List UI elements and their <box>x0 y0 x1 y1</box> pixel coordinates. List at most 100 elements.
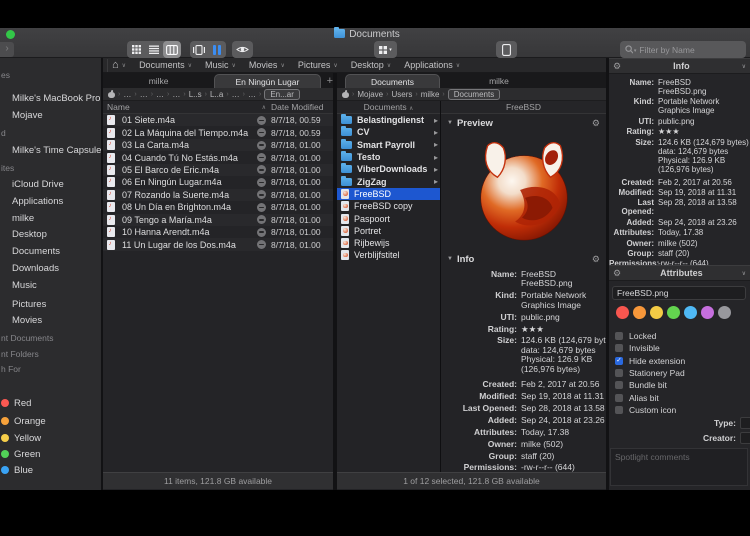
apple-icon[interactable] <box>108 90 115 98</box>
type-input[interactable] <box>740 417 750 429</box>
breadcrumb-segment[interactable]: … <box>172 90 180 99</box>
sidebar-music[interactable]: Music <box>0 279 101 291</box>
preview-section-header[interactable]: ▼ Preview ⚙ <box>441 116 606 130</box>
removed-download-icon[interactable] <box>257 240 266 249</box>
path-bar[interactable]: ›…›…›…›…›L..s›L..a›…›…›En...ar <box>103 88 333 101</box>
tag-color-dot[interactable] <box>667 306 680 319</box>
forward-button[interactable]: › <box>0 42 14 57</box>
file-row[interactable]: 04 Cuando Tú No Estás.m4a 8/7/18, 01.00 <box>103 151 333 163</box>
sidebar-downloads[interactable]: Downloads <box>0 262 101 274</box>
breadcrumb-segment[interactable]: … <box>140 90 148 99</box>
column-view-button[interactable] <box>163 41 181 58</box>
sidebar-applications[interactable]: Applications <box>0 195 101 207</box>
sidebar-tag-yellow[interactable]: Yellow <box>0 432 101 444</box>
removed-download-icon[interactable] <box>257 190 266 199</box>
checkbox-stationery-pad[interactable]: Stationery Pad <box>615 367 745 379</box>
browser-item-belastingdienst[interactable]: Belastingdienst▸ <box>337 114 440 126</box>
path-bar[interactable]: ›Mojave›Users›milke›Documents <box>337 88 606 101</box>
tag-color-dot[interactable] <box>701 306 714 319</box>
favorites-home[interactable]: ⌂∨ <box>112 60 126 70</box>
breadcrumb-segment[interactable]: … <box>248 90 256 99</box>
removed-download-icon[interactable] <box>257 153 266 162</box>
gear-icon[interactable]: ⚙ <box>592 118 600 129</box>
checkbox-box[interactable] <box>615 369 623 377</box>
tag-color-dot[interactable] <box>650 306 663 319</box>
breadcrumb-segment[interactable]: … <box>123 90 131 99</box>
checkbox-bundle-bit[interactable]: Bundle bit <box>615 379 745 391</box>
tab-milke[interactable]: milke <box>444 74 554 88</box>
browser-item-rijbewijs[interactable]: Rijbewijs <box>337 237 440 249</box>
file-row[interactable]: 01 Siete.m4a 8/7/18, 00.59 <box>103 114 333 126</box>
sidebar-milke[interactable]: milke <box>0 212 101 224</box>
sidebar-mojave[interactable]: Mojave <box>0 109 101 121</box>
breadcrumb-segment[interactable]: milke <box>421 90 440 99</box>
tab-documents[interactable]: Documents <box>345 74 440 88</box>
tag-color-dot[interactable] <box>684 306 697 319</box>
tag-color-dot[interactable] <box>633 306 646 319</box>
breadcrumb-segment[interactable]: … <box>232 90 240 99</box>
browser-item-freebsd-copy[interactable]: FreeBSD copy <box>337 200 440 212</box>
sidebar-tag-green[interactable]: Green <box>0 448 101 460</box>
breadcrumb-segment[interactable]: L..a <box>210 90 223 99</box>
image-preview[interactable] <box>441 130 606 254</box>
checkbox-hide-extension[interactable]: ✓ Hide extension <box>615 355 745 367</box>
file-row[interactable]: 11 Un Lugar de los Dos.m4a 8/7/18, 01.00 <box>103 238 333 250</box>
favorites-item-pictures[interactable]: Pictures∨ <box>298 60 338 70</box>
checkbox-box[interactable] <box>615 406 623 414</box>
inspector-info-header[interactable]: ⚙ Info ∨ <box>609 58 750 74</box>
column-date-modified[interactable]: Date Modified <box>271 102 333 112</box>
sidebar-tag-orange[interactable]: Orange <box>0 415 101 427</box>
search-field[interactable]: ▾ <box>620 41 746 58</box>
preview-panes-button[interactable] <box>208 41 226 58</box>
removed-download-icon[interactable] <box>257 215 266 224</box>
info-section-header[interactable]: ▼ Info ⚙ <box>441 252 606 266</box>
gear-icon[interactable]: ⚙ <box>613 61 621 72</box>
file-row[interactable]: 10 Hanna Arendt.m4a 8/7/18, 01.00 <box>103 226 333 238</box>
tag-color-dot[interactable] <box>718 306 731 319</box>
removed-download-icon[interactable] <box>257 165 266 174</box>
creator-input[interactable] <box>740 432 750 444</box>
tab-en-ningún-lugar[interactable]: En Ningún Lugar <box>214 74 320 88</box>
tab-milke[interactable]: milke <box>103 74 214 88</box>
removed-download-icon[interactable] <box>257 203 266 212</box>
sidebar-desktop[interactable]: Desktop <box>0 228 101 240</box>
checkbox-locked[interactable]: Locked <box>615 330 745 342</box>
browser-item-zigzag[interactable]: ZigZag▸ <box>337 175 440 187</box>
browser-item-testo[interactable]: Testo▸ <box>337 151 440 163</box>
gear-icon[interactable]: ⚙ <box>613 268 621 279</box>
favorites-item-applications[interactable]: Applications∨ <box>404 60 460 70</box>
list-view-button[interactable] <box>145 41 163 58</box>
sidebar-milke-s-macbook-pro[interactable]: Milke's MacBook Pro <box>0 92 101 104</box>
sidebar-milke-s-time-capsule[interactable]: Milke's Time Capsule <box>0 144 101 156</box>
gallery-view-button[interactable] <box>190 41 208 58</box>
browser-item-freebsd[interactable]: FreeBSD <box>337 188 440 200</box>
checkbox-invisible[interactable]: Invisible <box>615 342 745 354</box>
sidebar-tag-blue[interactable]: Blue <box>0 464 101 476</box>
search-input[interactable] <box>639 45 741 55</box>
checkbox-box[interactable] <box>615 332 623 340</box>
breadcrumb-segment[interactable]: L..s <box>189 90 202 99</box>
sidebar-icloud-drive[interactable]: iCloud Drive <box>0 178 101 190</box>
sidebar-tag-red[interactable]: Red <box>0 397 101 409</box>
disclosure-triangle-icon[interactable]: ▼ <box>447 256 453 262</box>
checkbox-alias-bit[interactable]: Alias bit <box>615 391 745 403</box>
removed-download-icon[interactable] <box>257 228 266 237</box>
favorites-item-movies[interactable]: Movies∨ <box>249 60 285 70</box>
file-row[interactable]: 07 Rozando la Suerte.m4a 8/7/18, 01.00 <box>103 189 333 201</box>
breadcrumb-current[interactable]: Documents <box>448 89 500 100</box>
breadcrumb-segment[interactable]: Mojave <box>357 90 383 99</box>
removed-download-icon[interactable] <box>257 178 266 187</box>
removed-download-icon[interactable] <box>257 141 266 150</box>
file-row[interactable]: 03 La Carta.m4a 8/7/18, 01.00 <box>103 139 333 151</box>
favorites-item-music[interactable]: Music∨ <box>205 60 236 70</box>
group-by-button[interactable]: ▾ <box>374 41 397 58</box>
search-scope-caret[interactable]: ▾ <box>634 48 637 54</box>
checkbox-custom-icon[interactable]: Custom icon <box>615 404 745 416</box>
removed-download-icon[interactable] <box>257 128 266 137</box>
disclosure-triangle-icon[interactable]: ▼ <box>447 120 453 126</box>
browser-item-viberdownloads[interactable]: ViberDownloads▸ <box>337 163 440 175</box>
file-row[interactable]: 09 Tengo a María.m4a 8/7/18, 01.00 <box>103 214 333 226</box>
breadcrumb-segment[interactable]: Users <box>391 90 412 99</box>
icon-view-button[interactable] <box>127 41 145 58</box>
breadcrumb-segment[interactable]: … <box>156 90 164 99</box>
